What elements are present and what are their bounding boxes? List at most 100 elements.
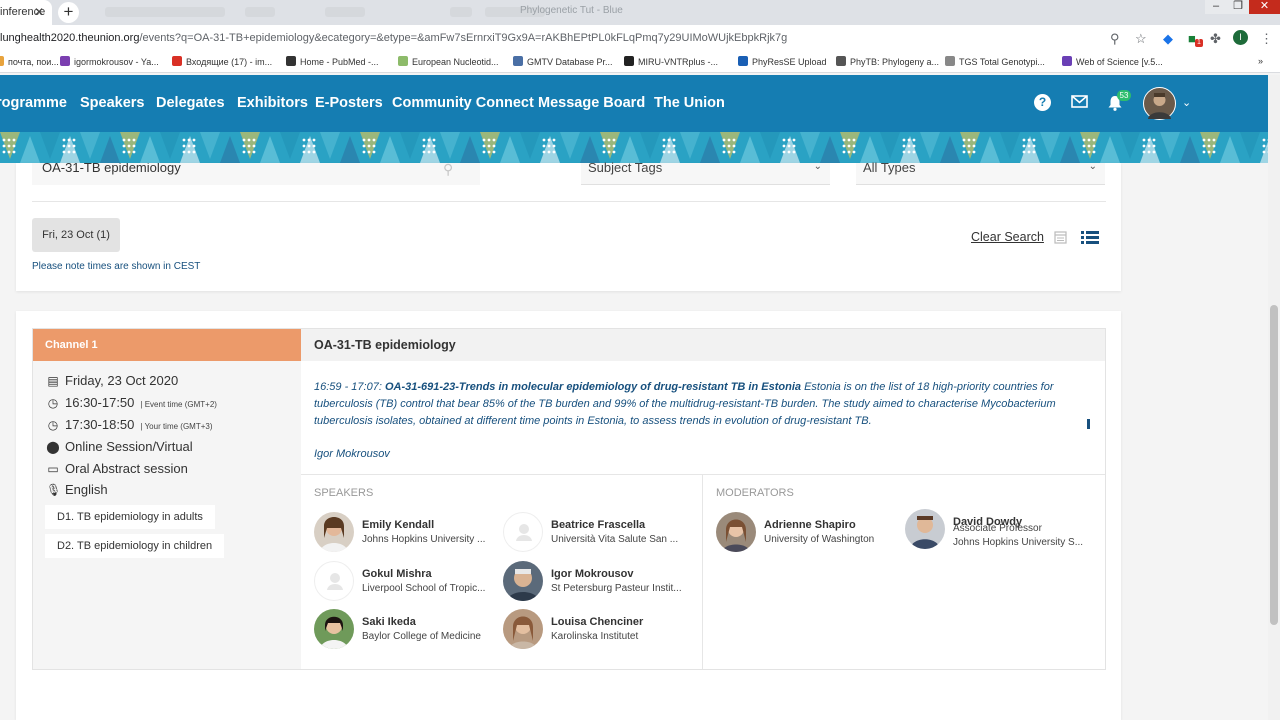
bookmark-item[interactable]: PhyTB: Phylogeny a...	[836, 56, 939, 67]
abstract-author: Igor Mokrousov	[314, 448, 390, 460]
speaker-photo	[503, 561, 543, 601]
speaker-card[interactable]: Louisa Chenciner Karolinska Institutet	[503, 609, 693, 651]
bookmark-label: PhyTB: Phylogeny a...	[850, 57, 940, 67]
subject-tags-label: Subject Tags	[588, 160, 663, 175]
url-path: /events?q=OA-31-TB+epidemiology&ecategor…	[139, 32, 788, 44]
browser-tab-strip: inference ✕ + Phylogenetic Tut - Blue – …	[0, 0, 1280, 25]
user-avatar[interactable]	[1143, 87, 1176, 120]
url-field[interactable]: lunghealth2020.theunion.org/events?q=OA-…	[0, 32, 787, 44]
abstract-title[interactable]: OA-31-691-23-Trends in molecular epidemi…	[385, 381, 801, 393]
moderator-card[interactable]: Adrienne Shapiro University of Washingto…	[716, 512, 906, 554]
puzzle-extensions-icon[interactable]: ✤	[1210, 31, 1221, 47]
divider	[301, 474, 1105, 475]
speaker-name: Louisa Chenciner	[551, 616, 644, 628]
bookmark-favicon-icon	[398, 56, 408, 66]
types-select[interactable]: All Types ⌄	[856, 161, 1105, 185]
bookmark-item[interactable]: European Nucleotid...	[398, 56, 499, 67]
bookmark-favicon-icon	[513, 56, 523, 66]
speaker-photo	[503, 609, 543, 649]
maximize-icon[interactable]: ❐	[1227, 0, 1249, 14]
close-window-icon[interactable]: ✕	[1249, 0, 1280, 14]
session-date: Friday, 23 Oct 2020	[65, 373, 179, 388]
help-icon[interactable]: ?	[1034, 94, 1051, 111]
bookmark-item[interactable]: TGS Total Genotypi...	[945, 56, 1045, 67]
moderator-photo	[716, 512, 756, 552]
nav-item[interactable]: rogramme	[0, 95, 67, 111]
new-tab-button[interactable]: +	[58, 2, 79, 23]
decorative-banner	[0, 132, 1268, 163]
bookmarks-overflow-icon[interactable]: »	[1258, 56, 1263, 66]
mail-icon[interactable]	[1071, 95, 1088, 108]
speaker-card[interactable]: Emily Kendall Johns Hopkins University .…	[314, 512, 504, 554]
search-input[interactable]: OA-31-TB epidemiology	[32, 163, 480, 185]
chevron-down-icon[interactable]: ⌄	[1182, 96, 1191, 109]
close-tab-icon[interactable]: ✕	[34, 5, 44, 19]
list-view-icon[interactable]	[1081, 230, 1099, 245]
profile-icon[interactable]: I	[1233, 30, 1248, 45]
language-row: 🎙 English	[46, 482, 108, 497]
nav-item[interactable]: Speakers	[80, 95, 145, 111]
chevron-down-icon: ⌄	[1088, 161, 1097, 172]
topic-tag[interactable]: D2. TB epidemiology in children	[45, 534, 225, 558]
bookmark-item[interactable]: почта, пои...	[0, 56, 59, 67]
background-tab[interactable]	[325, 7, 365, 17]
nav-item[interactable]: Community Connect	[392, 95, 534, 111]
speaker-card[interactable]: Igor Mokrousov St Petersburg Pasteur Ins…	[503, 561, 693, 603]
bookmark-item[interactable]: GMTV Database Pr...	[513, 56, 613, 67]
nav-item[interactable]: Delegates	[156, 95, 225, 111]
session-type-row: ▭ Oral Abstract session	[46, 461, 188, 476]
subject-tags-select[interactable]: Subject Tags ⌄	[581, 160, 830, 185]
speaker-photo	[314, 609, 354, 649]
speaker-name: Gokul Mishra	[362, 568, 432, 580]
bookmark-item[interactable]: Входящие (17) - im...	[172, 56, 272, 67]
bookmarks-bar: почта, пои... igormokrousov - Ya... Входящ…	[0, 51, 1280, 73]
bookmark-label: European Nucleotid...	[412, 57, 499, 67]
chevron-down-icon: ⌄	[813, 161, 822, 172]
speaker-card[interactable]: Gokul Mishra Liverpool School of Tropic.…	[314, 561, 504, 603]
event-time-note: | Event time (GMT+2)	[140, 400, 217, 409]
bookmark-item[interactable]: Web of Science [v.5...	[1062, 56, 1163, 67]
nav-item[interactable]: The Union	[654, 95, 725, 111]
search-icon[interactable]: ⚲	[443, 161, 453, 178]
notification-count-badge: 53	[1117, 90, 1131, 101]
address-bar: lunghealth2020.theunion.org/events?q=OA-…	[0, 25, 1280, 51]
session-title[interactable]: OA-31-TB epidemiology	[301, 329, 1105, 361]
nav-item[interactable]: Message Board	[538, 95, 645, 111]
background-tab[interactable]	[245, 7, 275, 17]
speaker-affiliation: Baylor College of Medicine	[362, 631, 481, 642]
speaker-card[interactable]: Saki Ikeda Baylor College of Medicine	[314, 609, 504, 651]
extension-icon[interactable]: ◆	[1163, 31, 1173, 47]
nav-item[interactable]: Exhibitors	[237, 95, 308, 111]
bookmark-item[interactable]: igormokrousov - Ya...	[60, 56, 159, 67]
bookmark-star-icon[interactable]: ☆	[1135, 31, 1147, 47]
topic-tag[interactable]: D1. TB epidemiology in adults	[45, 505, 215, 529]
calendar-view-icon[interactable]	[1054, 230, 1067, 244]
background-tab[interactable]	[450, 7, 472, 17]
speaker-card[interactable]: Beatrice Frascella Università Vita Salut…	[503, 512, 693, 554]
bookmark-label: PhyResSE Upload	[752, 57, 827, 67]
page-scrollbar[interactable]	[1268, 75, 1280, 720]
zoom-icon[interactable]: ⚲	[1110, 31, 1120, 47]
event-time-row: ◷ 16:30-17:50 | Event time (GMT+2)	[46, 395, 217, 410]
search-panel: OA-31-TB epidemiology ⚲ Subject Tags ⌄ A…	[16, 160, 1121, 291]
bookmark-item[interactable]: PhyResSE Upload	[738, 56, 827, 67]
bookmark-favicon-icon	[172, 56, 182, 66]
date-filter-chip[interactable]: Fri, 23 Oct (1)	[32, 218, 120, 252]
bookmark-item[interactable]: MIRU-VNTRplus -...	[624, 56, 718, 67]
moderator-card[interactable]: David Dowdy Associate Professor Johns Ho…	[905, 509, 1095, 551]
page-scrollbar-thumb[interactable]	[1270, 305, 1278, 625]
abstract-summary[interactable]: 16:59 - 17:07: OA-31-691-23-Trends in mo…	[314, 379, 1082, 430]
bookmark-label: MIRU-VNTRplus -...	[638, 57, 719, 67]
kebab-menu-icon[interactable]: ⋮	[1260, 31, 1273, 47]
browser-tab[interactable]: inference ✕	[0, 0, 52, 25]
timezone-note: Please note times are shown in CEST	[32, 261, 201, 272]
minimize-icon[interactable]: –	[1205, 0, 1227, 14]
session-card: Channel 1 ▤ Friday, 23 Oct 2020 ◷ 16:30-17…	[16, 311, 1121, 720]
map-pin-icon: ⬤	[46, 440, 60, 454]
abstract-scrollbar[interactable]	[1087, 419, 1090, 429]
clear-search-link[interactable]: Clear Search	[971, 230, 1044, 244]
nav-item[interactable]: E-Posters	[315, 95, 383, 111]
background-tab[interactable]	[105, 7, 225, 17]
bookmark-item[interactable]: Home - PubMed -...	[286, 56, 379, 67]
bookmark-favicon-icon	[286, 56, 296, 66]
